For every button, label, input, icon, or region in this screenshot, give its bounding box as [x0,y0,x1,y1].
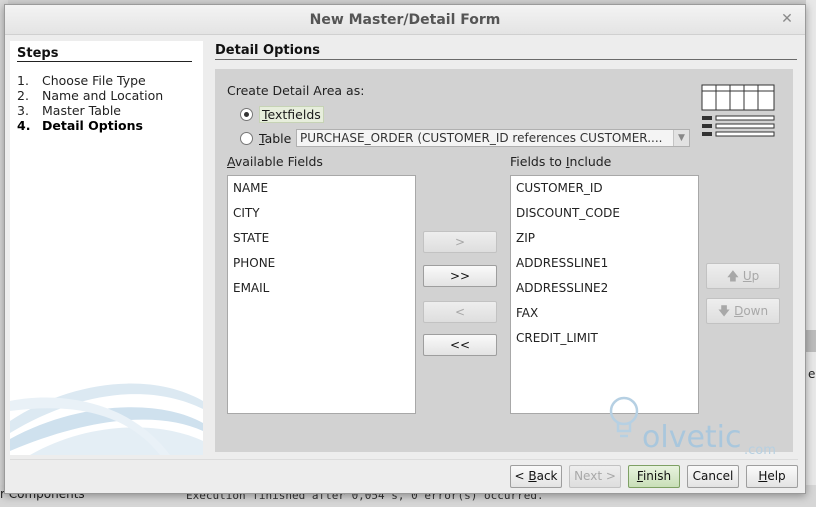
list-item[interactable]: ADDRESSLINE2 [511,276,698,301]
radio-textfields[interactable]: Textfields [240,106,324,123]
step-item-current: 4. Detail Options [17,118,143,133]
move-down-button[interactable]: 🡇 Down [706,298,780,324]
move-down-label: Down [734,304,769,318]
radio-textfields-label: Textfields [259,106,324,123]
list-item[interactable]: PHONE [228,251,415,276]
step-item: 1. Choose File Type [17,73,146,88]
step-item: 2. Name and Location [17,88,164,103]
list-item[interactable]: CUSTOMER_ID [511,176,698,201]
steps-divider [17,61,192,62]
list-item[interactable]: FAX [511,301,698,326]
finish-button[interactable]: Finish [628,465,680,488]
background-app-right-text: e [808,367,816,381]
list-item[interactable]: DISCOUNT_CODE [511,201,698,226]
arrow-down-icon: 🡇 [717,304,731,318]
next-button[interactable]: Next > [569,465,621,488]
remove-all-fields-button[interactable]: << [423,334,497,356]
create-detail-label: Create Detail Area as: [227,83,365,98]
radio-table-indicator[interactable] [240,132,253,145]
dialog-title: New Master/Detail Form [309,12,501,28]
list-item[interactable]: CITY [228,201,415,226]
table-select-value: PURCHASE_ORDER (CUSTOMER_ID references C… [300,131,663,145]
remove-field-button[interactable]: < [423,301,497,323]
steps-panel: Steps 1. Choose File Type 2. Name and Loca… [10,41,203,455]
background-app-right [806,0,816,507]
cancel-button[interactable]: Cancel [687,465,739,488]
move-up-label: Up [742,269,760,283]
add-field-button[interactable]: > [423,231,497,253]
available-fields-list[interactable]: NAME CITY STATE PHONE EMAIL [227,175,416,414]
radio-textfields-indicator[interactable] [240,108,253,121]
step-item: 3. Master Table [17,103,121,118]
close-icon[interactable]: ✕ [779,11,795,27]
background-app-right-box [806,330,816,352]
steps-title: Steps [17,46,59,61]
dialog-titlebar: New Master/Detail Form ✕ [5,5,805,35]
list-item[interactable]: NAME [228,176,415,201]
fields-to-include-label: Fields to Include [510,154,612,169]
help-button[interactable]: Help [746,465,798,488]
radio-table-label: Table [259,131,292,146]
add-all-fields-button[interactable]: >> [423,265,497,287]
list-item[interactable]: STATE [228,226,415,251]
list-item[interactable]: ADDRESSLINE1 [511,251,698,276]
available-fields-label: Available Fields [227,154,323,169]
move-up-button[interactable]: 🡅 Up [706,263,780,289]
back-button[interactable]: < Back [510,465,562,488]
list-item[interactable]: ZIP [511,226,698,251]
section-title: Detail Options [215,43,320,58]
watermark-suffix: .com [744,443,776,458]
detail-layout-icon [701,84,775,137]
arrow-up-icon: 🡅 [726,269,740,283]
radio-table[interactable]: Table [240,131,291,146]
steps-list: 1. Choose File Type 2. Name and Location 3… [17,73,163,133]
list-item[interactable]: CREDIT_LIMIT [511,326,698,351]
footer-divider [10,459,798,460]
steps-decoration [10,383,203,455]
chevron-down-icon[interactable]: ▼ [673,130,689,146]
list-item[interactable]: EMAIL [228,276,415,301]
fields-to-include-list[interactable]: CUSTOMER_ID DISCOUNT_CODE ZIP ADDRESSLIN… [510,175,699,414]
section-divider [215,59,797,60]
watermark-text: olvetic [642,420,742,455]
table-select[interactable]: PURCHASE_ORDER (CUSTOMER_ID references C… [296,129,690,147]
